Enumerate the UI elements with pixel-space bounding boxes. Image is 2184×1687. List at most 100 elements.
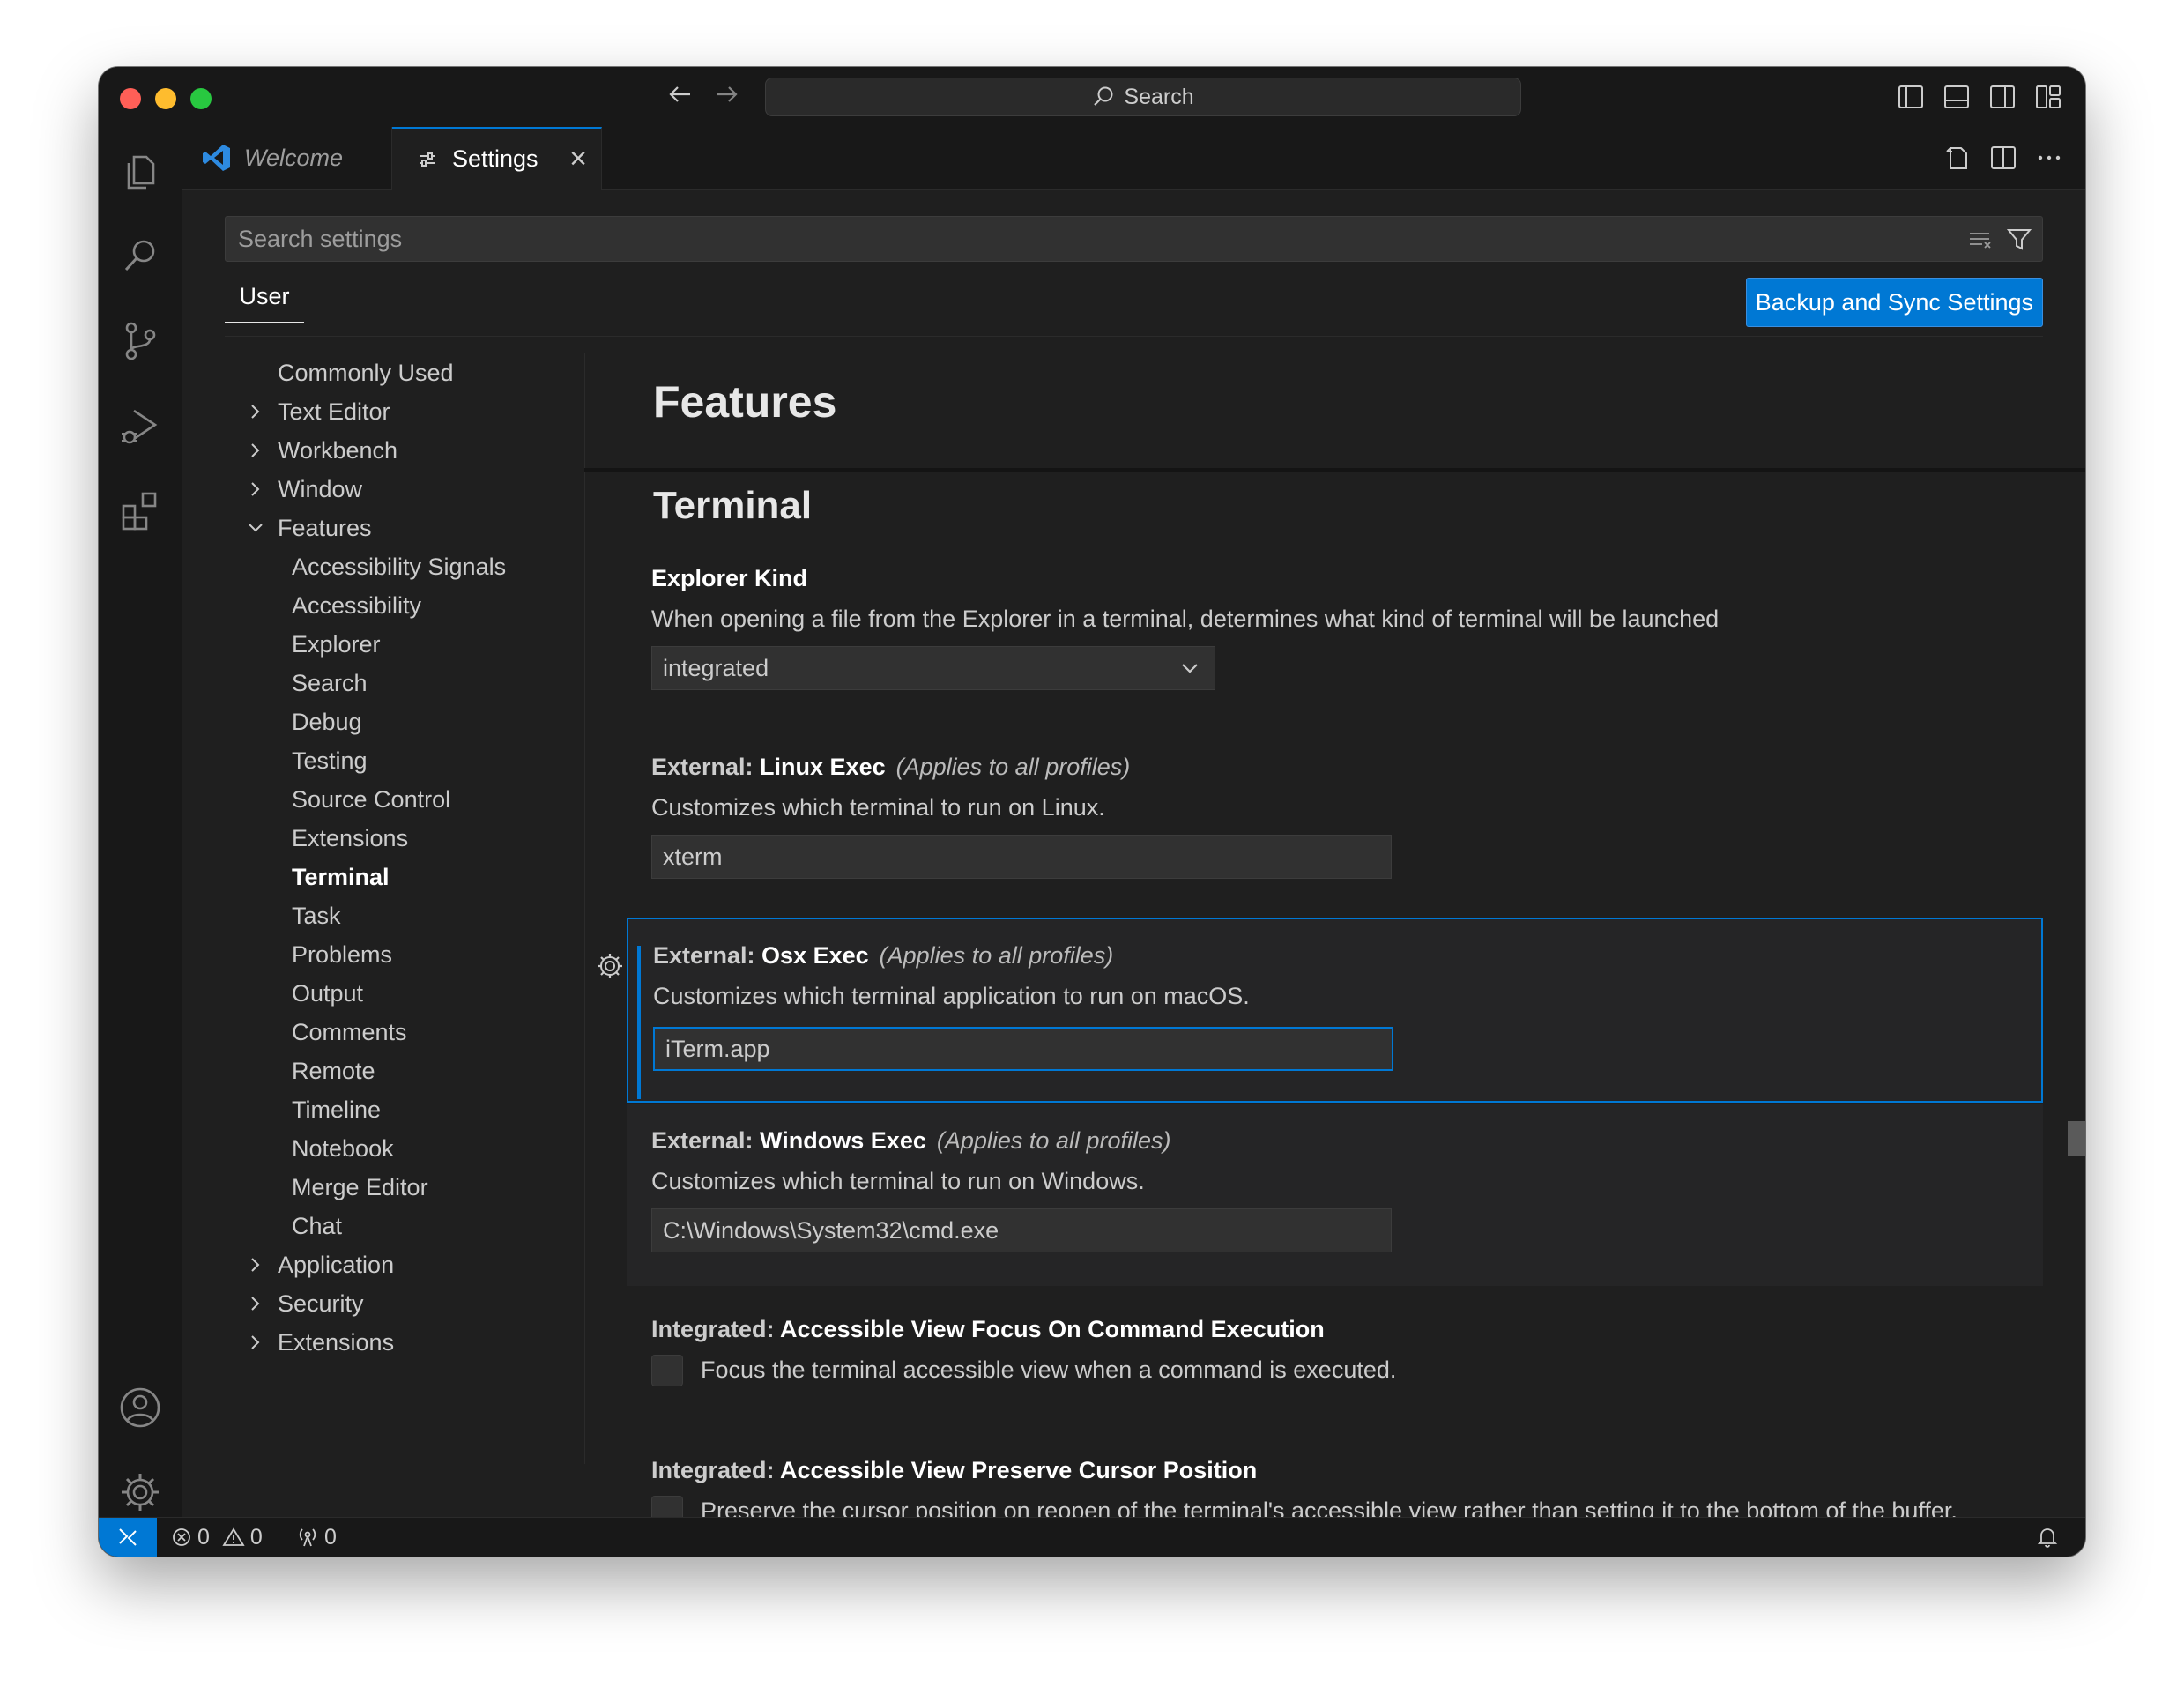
setting-title: External: Windows Exec (Applies to all pr… (651, 1127, 1170, 1155)
tab-user-settings[interactable]: User (225, 271, 304, 323)
close-window-button[interactable] (120, 88, 141, 109)
toggle-panel-icon[interactable] (1943, 83, 1972, 111)
setting-key: Osx Exec (761, 942, 869, 969)
toc-item-chat[interactable]: Chat (292, 1207, 342, 1245)
windows-exec-input[interactable]: C:\Windows\System32\cmd.exe (651, 1208, 1392, 1252)
toc-item-remote[interactable]: Remote (292, 1052, 375, 1090)
toc-item-application[interactable]: Application (278, 1245, 394, 1284)
explorer-icon[interactable] (118, 150, 162, 194)
filter-icon[interactable] (2005, 226, 2033, 260)
toc-item-output[interactable]: Output (292, 974, 363, 1013)
remote-indicator[interactable] (99, 1518, 157, 1557)
setting-key: Accessible View Focus On Command Executi… (780, 1316, 1325, 1342)
chevron-right-icon[interactable] (248, 470, 264, 509)
modified-indicator (637, 946, 641, 1099)
chevron-right-icon[interactable] (248, 392, 264, 431)
source-control-icon[interactable] (118, 319, 162, 363)
customize-layout-icon[interactable] (2034, 83, 2064, 111)
clear-filter-icon[interactable] (1966, 226, 1995, 260)
go-forward-icon[interactable] (709, 81, 744, 113)
toc-item-source-control[interactable]: Source Control (292, 780, 450, 819)
accounts-icon[interactable] (118, 1386, 162, 1430)
preserve-cursor-checkbox[interactable] (651, 1496, 683, 1518)
backup-and-sync-button[interactable]: Backup and Sync Settings (1745, 278, 2043, 327)
chevron-right-icon[interactable] (248, 1323, 264, 1362)
run-and-debug-icon[interactable] (118, 404, 162, 448)
open-settings-json-icon[interactable] (1943, 143, 1972, 173)
problems-status[interactable]: 0 0 (171, 1518, 263, 1557)
toc-item-explorer[interactable]: Explorer (292, 625, 381, 664)
setting-description: Customizes which terminal application to… (653, 983, 1250, 1009)
scrollbar-thumb[interactable] (2068, 1121, 2085, 1156)
toc-item-extensions-feature[interactable]: Extensions (292, 819, 408, 858)
command-center-search[interactable]: Search (765, 78, 1521, 116)
toc-item-extensions[interactable]: Extensions (278, 1323, 394, 1362)
manage-gear-icon[interactable] (118, 1470, 162, 1514)
setting-gear-icon[interactable] (595, 951, 625, 981)
ports-status[interactable]: 0 (296, 1518, 337, 1557)
go-back-icon[interactable] (663, 81, 698, 113)
chevron-right-icon[interactable] (248, 1245, 264, 1284)
settings-sliders-icon (420, 152, 435, 167)
toc-item-text-editor[interactable]: Text Editor (278, 392, 390, 431)
search-settings-input[interactable]: Search settings (225, 216, 2043, 262)
error-icon (173, 1528, 190, 1546)
section-heading: Features (653, 377, 837, 427)
tab-settings[interactable]: Settings × (392, 127, 602, 190)
setting-description: When opening a file from the Explorer in… (651, 606, 1720, 632)
search-icon[interactable] (118, 234, 162, 279)
focus-on-command-checkbox[interactable] (651, 1355, 683, 1386)
toc-item-merge-editor[interactable]: Merge Editor (292, 1168, 428, 1207)
chevron-right-icon[interactable] (248, 431, 264, 470)
checkbox-label: Focus the terminal accessible view when … (701, 1356, 1397, 1383)
toc-item-terminal[interactable]: Terminal (292, 858, 390, 896)
toc-item-notebook[interactable]: Notebook (292, 1129, 394, 1168)
status-bar: 0 0 0 (99, 1517, 2085, 1557)
toc-item-comments[interactable]: Comments (292, 1013, 407, 1052)
setting-key: Accessible View Preserve Cursor Position (780, 1457, 1258, 1483)
close-tab-icon[interactable]: × (569, 142, 587, 176)
editor-tab-bar: Welcome Settings × (182, 127, 2085, 190)
toc-item-testing[interactable]: Testing (292, 741, 368, 780)
toggle-primary-sidebar-icon[interactable] (1897, 83, 1927, 111)
command-center-label: Search (1124, 84, 1194, 109)
toggle-secondary-sidebar-icon[interactable] (1988, 83, 2018, 111)
toc-item-accessibility[interactable]: Accessibility (292, 586, 421, 625)
setting-linux-exec: External: Linux Exec (Applies to all prof… (627, 754, 2043, 879)
setting-description: Customizes which terminal to run on Linu… (651, 794, 1105, 821)
setting-osx-exec: External: Osx Exec (Applies to all profil… (627, 918, 2043, 1103)
linux-exec-input[interactable]: xterm (651, 835, 1392, 879)
setting-category: Integrated: (651, 1316, 781, 1342)
maximize-window-button[interactable] (190, 88, 212, 109)
toc-item-commonly-used[interactable]: Commonly Used (278, 353, 454, 392)
toc-item-window[interactable]: Window (278, 470, 362, 509)
setting-scope-note: (Applies to all profiles) (879, 942, 1114, 969)
settings-toc: Commonly Used Text Editor Workbench Wind… (225, 353, 585, 1464)
extensions-icon[interactable] (118, 488, 162, 532)
split-editor-icon[interactable] (1988, 143, 2018, 173)
osx-exec-input[interactable]: iTerm.app (653, 1027, 1393, 1071)
chevron-right-icon[interactable] (248, 1284, 264, 1323)
settings-list: Features Terminal Explorer Kind When ope… (584, 336, 2085, 1518)
search-icon (1094, 86, 1113, 106)
toc-item-workbench[interactable]: Workbench (278, 431, 397, 470)
activity-bar (99, 127, 182, 1518)
setting-title: External: Osx Exec (Applies to all profil… (653, 942, 1113, 970)
search-settings-placeholder: Search settings (238, 225, 403, 252)
toc-item-features[interactable]: Features (278, 509, 372, 547)
remote-icon (119, 1528, 137, 1546)
toc-item-problems[interactable]: Problems (292, 935, 392, 974)
chevron-down-icon[interactable] (248, 509, 264, 547)
toc-item-accessibility-signals[interactable]: Accessibility Signals (292, 547, 506, 586)
toc-item-task[interactable]: Task (292, 896, 341, 935)
toc-item-security[interactable]: Security (278, 1284, 364, 1323)
toc-item-search[interactable]: Search (292, 664, 368, 702)
more-actions-icon[interactable] (2034, 143, 2064, 173)
toc-item-timeline[interactable]: Timeline (292, 1090, 381, 1129)
toc-item-debug[interactable]: Debug (292, 702, 362, 741)
minimize-window-button[interactable] (155, 88, 176, 109)
notifications-bell-icon[interactable] (2036, 1518, 2059, 1557)
explorer-kind-dropdown[interactable]: integrated (651, 646, 1215, 690)
dropdown-value: integrated (663, 654, 769, 681)
tab-welcome[interactable]: Welcome (182, 127, 392, 189)
